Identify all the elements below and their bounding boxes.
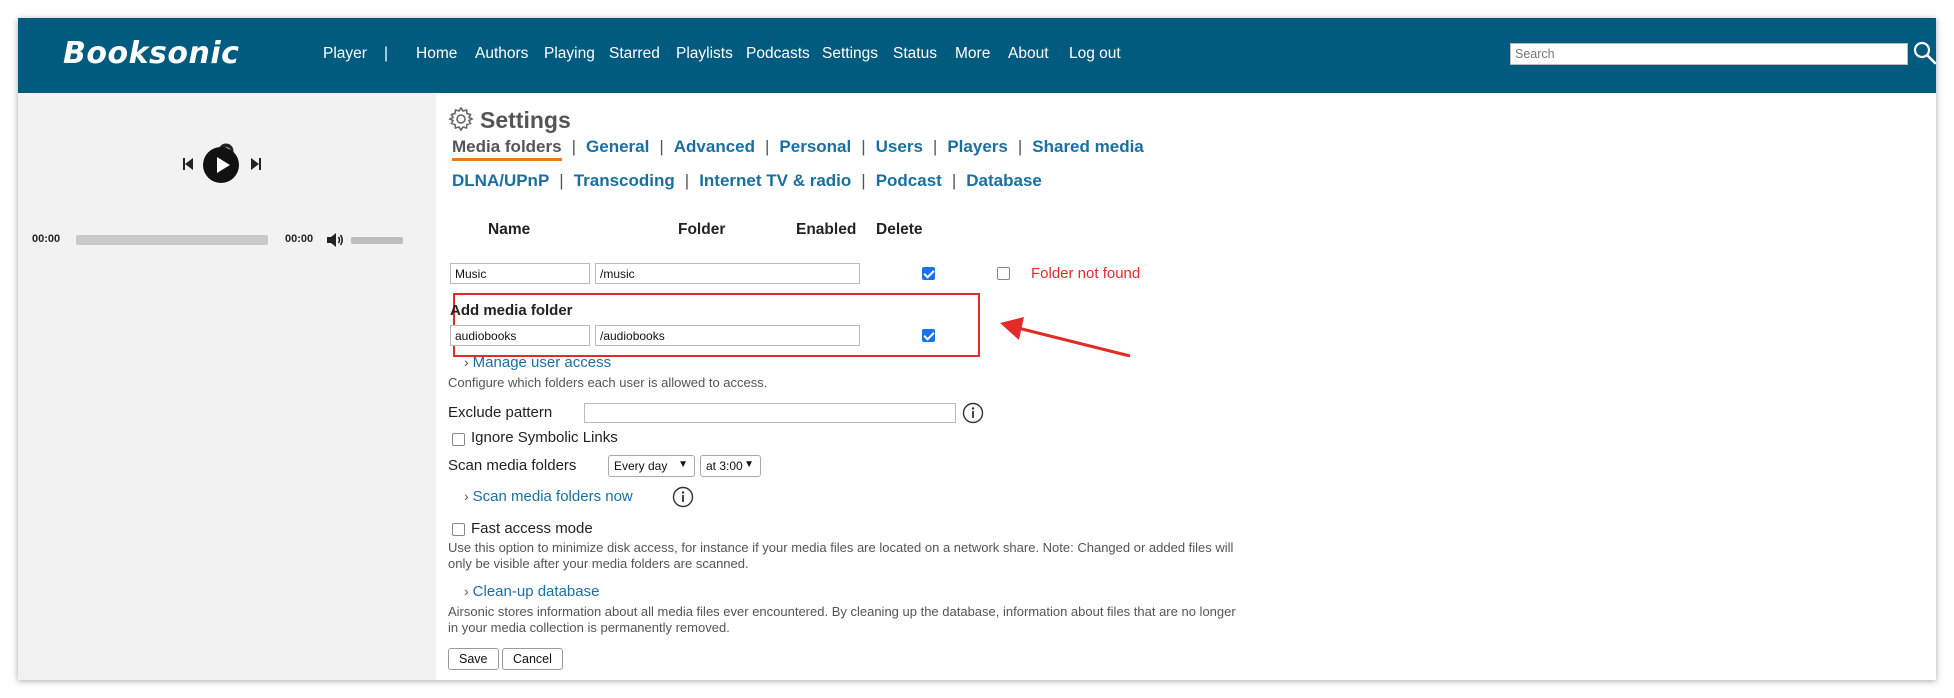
- chevron-down-icon: ▼: [744, 459, 754, 470]
- scan-frequency-select[interactable]: Every day ▼: [608, 455, 695, 477]
- folder-enabled-checkbox[interactable]: [922, 267, 935, 280]
- tab-shared-media[interactable]: Shared media: [1032, 137, 1144, 156]
- chevron-down-icon: ▼: [678, 459, 688, 470]
- exclude-pattern-label: Exclude pattern: [448, 404, 553, 421]
- volume-slider[interactable]: [351, 237, 403, 244]
- save-button[interactable]: Save: [448, 648, 499, 670]
- next-track-icon[interactable]: [250, 156, 262, 177]
- elapsed-time: 00:00: [32, 233, 61, 245]
- new-folder-path-input[interactable]: [595, 325, 860, 346]
- progress-bar[interactable]: [76, 235, 268, 245]
- column-header-delete: Delete: [876, 221, 923, 238]
- manage-user-access-description: Configure which folders each user is all…: [448, 375, 768, 390]
- tab-media-folders[interactable]: Media folders: [452, 137, 562, 161]
- new-folder-name-input[interactable]: [450, 325, 590, 346]
- chevron-right-icon: ›: [464, 583, 469, 599]
- manage-user-access-link[interactable]: › Manage user access: [464, 354, 611, 371]
- gear-icon: [448, 106, 474, 137]
- page-title: Settings: [480, 107, 571, 133]
- app-window: Booksonic Player | Home Authors Playing …: [18, 18, 1936, 680]
- volume-icon[interactable]: [325, 230, 345, 255]
- info-icon[interactable]: [672, 486, 694, 508]
- chevron-right-icon: ›: [464, 354, 469, 370]
- annotation-arrow-icon: [998, 315, 1133, 365]
- scan-media-folders-label: Scan media folders: [448, 457, 577, 474]
- nav-playlists[interactable]: Playlists: [676, 45, 733, 63]
- folder-delete-checkbox[interactable]: [997, 267, 1010, 280]
- scan-frequency-value: Every day: [614, 459, 668, 473]
- fast-access-checkbox[interactable]: [452, 523, 465, 536]
- nav-about[interactable]: About: [1008, 45, 1049, 63]
- settings-tabs-row-1: Media folders | General | Advanced | Personal |…: [452, 137, 1144, 161]
- nav-podcasts[interactable]: Podcasts: [746, 45, 810, 63]
- folder-path-input[interactable]: [595, 263, 860, 284]
- folder-name-input[interactable]: [450, 263, 590, 284]
- nav-status[interactable]: Status: [893, 45, 937, 63]
- nav-home[interactable]: Home: [416, 45, 457, 63]
- cancel-button[interactable]: Cancel: [502, 648, 563, 670]
- column-header-enabled: Enabled: [796, 221, 857, 238]
- nav-separator: |: [384, 45, 389, 62]
- exclude-pattern-input[interactable]: [584, 403, 956, 423]
- chevron-right-icon: ›: [464, 488, 469, 504]
- nav-logout[interactable]: Log out: [1069, 45, 1121, 63]
- column-header-name: Name: [488, 221, 531, 238]
- ignore-symlinks-checkbox[interactable]: [452, 433, 465, 446]
- search-icon[interactable]: [1912, 40, 1936, 66]
- scan-time-value: at 3:00: [706, 459, 743, 473]
- tab-users[interactable]: Users: [876, 137, 923, 156]
- play-button[interactable]: [203, 147, 239, 188]
- top-navigation-bar: Booksonic Player | Home Authors Playing …: [18, 18, 1936, 93]
- tab-general[interactable]: General: [586, 137, 649, 156]
- settings-content: Settings Media folders | General | Advanced |…: [436, 93, 1936, 680]
- nav-starred[interactable]: Starred: [609, 45, 660, 63]
- tab-internet-tv-radio[interactable]: Internet TV & radio: [699, 171, 851, 190]
- new-folder-enabled-checkbox[interactable]: [922, 329, 935, 342]
- nav-player[interactable]: Player: [323, 45, 367, 63]
- folder-status-error: Folder not found: [1031, 265, 1141, 282]
- tab-database[interactable]: Database: [966, 171, 1042, 190]
- search-input[interactable]: [1510, 43, 1908, 65]
- tab-personal[interactable]: Personal: [779, 137, 851, 156]
- scan-now-label: Scan media folders now: [472, 488, 633, 505]
- fast-access-description-1: Use this option to minimize disk access,…: [448, 540, 1234, 555]
- add-media-folder-title: Add media folder: [450, 302, 573, 319]
- fast-access-label: Fast access mode: [471, 520, 593, 537]
- player-panel: 00:00 00:00: [18, 93, 436, 680]
- manage-user-access-label: Manage user access: [472, 354, 612, 371]
- tab-transcoding[interactable]: Transcoding: [574, 171, 675, 190]
- nav-more[interactable]: More: [955, 45, 990, 63]
- fast-access-description-2: only be visible after your media folders…: [448, 556, 749, 571]
- column-header-folder: Folder: [678, 221, 726, 238]
- nav-playing[interactable]: Playing: [544, 45, 595, 63]
- tab-advanced[interactable]: Advanced: [674, 137, 755, 156]
- tab-players[interactable]: Players: [947, 137, 1008, 156]
- cleanup-database-link[interactable]: › Clean-up database: [464, 583, 599, 600]
- info-icon[interactable]: [962, 402, 984, 424]
- cleanup-description-2: in your media collection is permanently …: [448, 620, 730, 635]
- tab-podcast[interactable]: Podcast: [876, 171, 942, 190]
- nav-settings[interactable]: Settings: [822, 45, 878, 63]
- scan-now-link[interactable]: › Scan media folders now: [464, 488, 633, 505]
- total-time: 00:00: [285, 233, 314, 245]
- cleanup-database-label: Clean-up database: [472, 583, 600, 600]
- nav-authors[interactable]: Authors: [475, 45, 528, 63]
- app-logo[interactable]: Booksonic: [63, 36, 239, 71]
- ignore-symlinks-label: Ignore Symbolic Links: [471, 429, 618, 446]
- settings-tabs-row-2: DLNA/UPnP | Transcoding | Internet TV & radi…: [452, 171, 1042, 190]
- previous-track-icon[interactable]: [182, 156, 194, 177]
- tab-dlna-upnp[interactable]: DLNA/UPnP: [452, 171, 549, 190]
- cleanup-description-1: Airsonic stores information about all me…: [448, 604, 1236, 619]
- scan-time-select[interactable]: at 3:00 ▼: [700, 455, 761, 477]
